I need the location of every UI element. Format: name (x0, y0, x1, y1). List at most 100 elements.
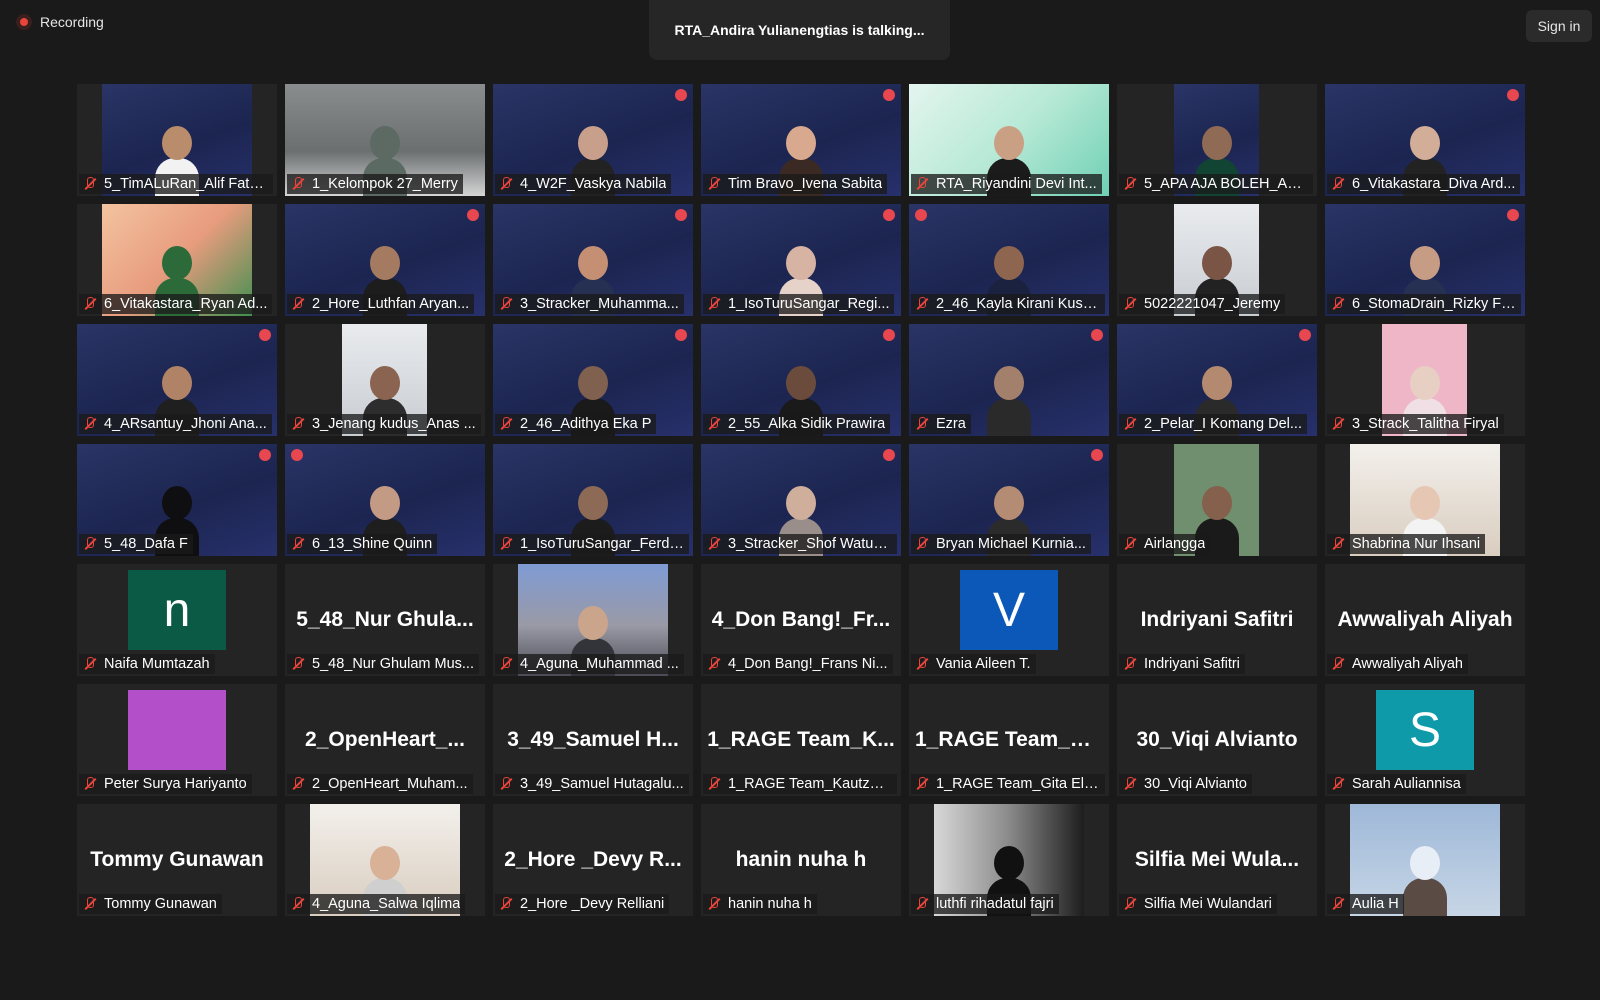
participant-name: 4_Don Bang!_Frans Ni... (728, 656, 888, 672)
participant-name: 1_IsoTuruSangar_Ferdi... (520, 536, 684, 552)
participant-tile[interactable]: 1_IsoTuruSangar_Ferdi... (493, 444, 693, 556)
participant-tile[interactable]: 5_TimALuRan_Alif Fatu... (77, 84, 277, 196)
participant-name-label: 4_W2F_Vaskya Nabila (495, 174, 672, 194)
participant-tile[interactable]: 3_Jenang kudus_Anas ... (285, 324, 485, 436)
participant-tile[interactable]: 3_Stracker_Muhamma... (493, 204, 693, 316)
participant-tile[interactable]: luthfi rihadatul fajri (909, 804, 1109, 916)
participant-tile[interactable]: 2_OpenHeart_... 2_OpenHeart_Muham... (285, 684, 485, 796)
participant-name-label: Bryan Michael Kurnia... (911, 534, 1091, 554)
recording-badge-icon (883, 209, 895, 221)
participant-tile[interactable]: RTA_Riyandini Devi Int... (909, 84, 1109, 196)
participant-tile[interactable]: V Vania Aileen T. (909, 564, 1109, 676)
mic-muted-icon (290, 416, 306, 432)
participant-tile[interactable]: 5_48_Dafa F (77, 444, 277, 556)
participant-tile[interactable]: S Sarah Auliannisa (1325, 684, 1525, 796)
participant-tile[interactable]: Airlangga (1117, 444, 1317, 556)
participant-silhouette (987, 366, 1031, 436)
mic-muted-icon (498, 296, 514, 312)
participant-tile[interactable]: Silfia Mei Wula... Silfia Mei Wulandari (1117, 804, 1317, 916)
recording-indicator[interactable]: Recording (16, 14, 104, 30)
mic-muted-icon (914, 776, 930, 792)
participant-name: 6_13_Shine Quinn (312, 536, 433, 552)
participant-tile[interactable]: Shabrina Nur Ihsani (1325, 444, 1525, 556)
participant-tile[interactable]: Tommy Gunawan Tommy Gunawan (77, 804, 277, 916)
mic-muted-icon (498, 656, 514, 672)
participant-name-label: 2_Hore_Luthfan Aryan... (287, 294, 475, 314)
participant-name-label: 5_48_Nur Ghulam Mus... (287, 654, 479, 674)
participant-tile[interactable]: Tim Bravo_Ivena Sabita (701, 84, 901, 196)
participant-tile[interactable]: 6_Vitakastara_Diva Ard... (1325, 84, 1525, 196)
recording-badge-icon (675, 329, 687, 341)
participant-name: Awwaliyah Aliyah (1352, 656, 1463, 672)
participant-tile[interactable]: 2_46_Adithya Eka P (493, 324, 693, 436)
participant-name-label: 6_Vitakastara_Ryan Ad... (79, 294, 273, 314)
participant-tile[interactable]: Awwaliyah Aliyah Awwaliyah Aliyah (1325, 564, 1525, 676)
participant-name: 5_TimALuRan_Alif Fatu... (104, 176, 268, 192)
participant-tile[interactable]: 1_RAGE Team_G... 1_RAGE Team_Gita Eliz... (909, 684, 1109, 796)
participant-tile[interactable]: Indriyani Safitri Indriyani Safitri (1117, 564, 1317, 676)
participant-silhouette (1403, 846, 1447, 916)
participant-tile[interactable]: 6_Vitakastara_Ryan Ad... (77, 204, 277, 316)
mic-muted-icon (498, 536, 514, 552)
participant-tile[interactable]: 3_49_Samuel H... 3_49_Samuel Hutagalu... (493, 684, 693, 796)
participant-name: Tommy Gunawan (104, 896, 217, 912)
display-name-text: 2_Hore _Devy R... (504, 848, 682, 871)
participant-tile[interactable]: 4_W2F_Vaskya Nabila (493, 84, 693, 196)
participant-tile[interactable]: 30_Viqi Alvianto 30_Viqi Alvianto (1117, 684, 1317, 796)
participant-name-label: 2_46_Kayla Kirani Kusn... (911, 294, 1105, 314)
recording-badge-icon (675, 209, 687, 221)
participant-tile[interactable]: 2_Hore _Devy R... 2_Hore _Devy Relliani (493, 804, 693, 916)
participant-tile[interactable]: 4_Don Bang!_Fr... 4_Don Bang!_Frans Ni... (701, 564, 901, 676)
participant-tile[interactable]: Aulia H (1325, 804, 1525, 916)
participant-tile[interactable]: 6_StomaDrain_Rizky Fa... (1325, 204, 1525, 316)
mic-muted-icon (82, 896, 98, 912)
participant-name: 3_Stracker_Shof Watun... (728, 536, 892, 552)
active-speaker-text: RTA_Andira Yulianengtias is talking... (674, 22, 925, 38)
participant-avatar: V (960, 570, 1058, 650)
participant-tile[interactable]: 4_ARsantuy_Jhoni Ana... (77, 324, 277, 436)
participant-name: 6_Vitakastara_Ryan Ad... (104, 296, 268, 312)
participant-name-label: Airlangga (1119, 534, 1211, 554)
mic-muted-icon (1122, 176, 1138, 192)
participant-name-label: 2_OpenHeart_Muham... (287, 774, 473, 794)
participant-tile[interactable]: 1_IsoTuruSangar_Regi... (701, 204, 901, 316)
participant-tile[interactable]: hanin nuha h hanin nuha h (701, 804, 901, 916)
mic-muted-icon (1122, 536, 1138, 552)
participant-avatar: n (128, 570, 226, 650)
active-speaker-banner: RTA_Andira Yulianengtias is talking... (649, 0, 950, 60)
participant-name: 2_55_Alka Sidik Prawira (728, 416, 886, 432)
participant-tile[interactable]: 2_55_Alka Sidik Prawira (701, 324, 901, 436)
mic-muted-icon (706, 656, 722, 672)
participant-name: 2_46_Kayla Kirani Kusn... (936, 296, 1100, 312)
participant-tile[interactable]: 5022221047_Jeremy (1117, 204, 1317, 316)
sign-in-button[interactable]: Sign in (1526, 10, 1592, 42)
participant-tile[interactable]: n Naifa Mumtazah (77, 564, 277, 676)
participant-tile[interactable]: Bryan Michael Kurnia... (909, 444, 1109, 556)
participant-tile[interactable]: 1_RAGE Team_K... 1_RAGE Team_Kautzar ... (701, 684, 901, 796)
recording-badge-icon (1507, 89, 1519, 101)
mic-muted-icon (706, 896, 722, 912)
participant-name-label: 1_IsoTuruSangar_Regi... (703, 294, 895, 314)
participant-tile[interactable]: 5_APA AJA BOLEH_Adi... (1117, 84, 1317, 196)
participant-name: 3_Strack_Talitha Firyal (1352, 416, 1499, 432)
participant-tile[interactable]: 3_Strack_Talitha Firyal (1325, 324, 1525, 436)
participant-name: Sarah Auliannisa (1352, 776, 1461, 792)
participant-name: 5_APA AJA BOLEH_Adi... (1144, 176, 1308, 192)
participant-tile[interactable]: 4_Aguna_Muhammad ... (493, 564, 693, 676)
participant-tile[interactable]: 3_Stracker_Shof Watun... (701, 444, 901, 556)
participant-name: RTA_Riyandini Devi Int... (936, 176, 1097, 192)
participant-tile[interactable]: Peter Surya Hariyanto (77, 684, 277, 796)
mic-muted-icon (914, 896, 930, 912)
participant-tile[interactable]: 1_Kelompok 27_Merry (285, 84, 485, 196)
participant-tile[interactable]: 5_48_Nur Ghula... 5_48_Nur Ghulam Mus... (285, 564, 485, 676)
mic-muted-icon (82, 656, 98, 672)
participant-tile[interactable]: 2_Hore_Luthfan Aryan... (285, 204, 485, 316)
participant-tile[interactable]: Ezra (909, 324, 1109, 436)
mic-muted-icon (706, 296, 722, 312)
participant-name-label: Sarah Auliannisa (1327, 774, 1466, 794)
mic-muted-icon (914, 176, 930, 192)
participant-tile[interactable]: 6_13_Shine Quinn (285, 444, 485, 556)
participant-tile[interactable]: 2_Pelar_I Komang Del... (1117, 324, 1317, 436)
participant-tile[interactable]: 4_Aguna_Salwa Iqlima (285, 804, 485, 916)
participant-tile[interactable]: 2_46_Kayla Kirani Kusn... (909, 204, 1109, 316)
